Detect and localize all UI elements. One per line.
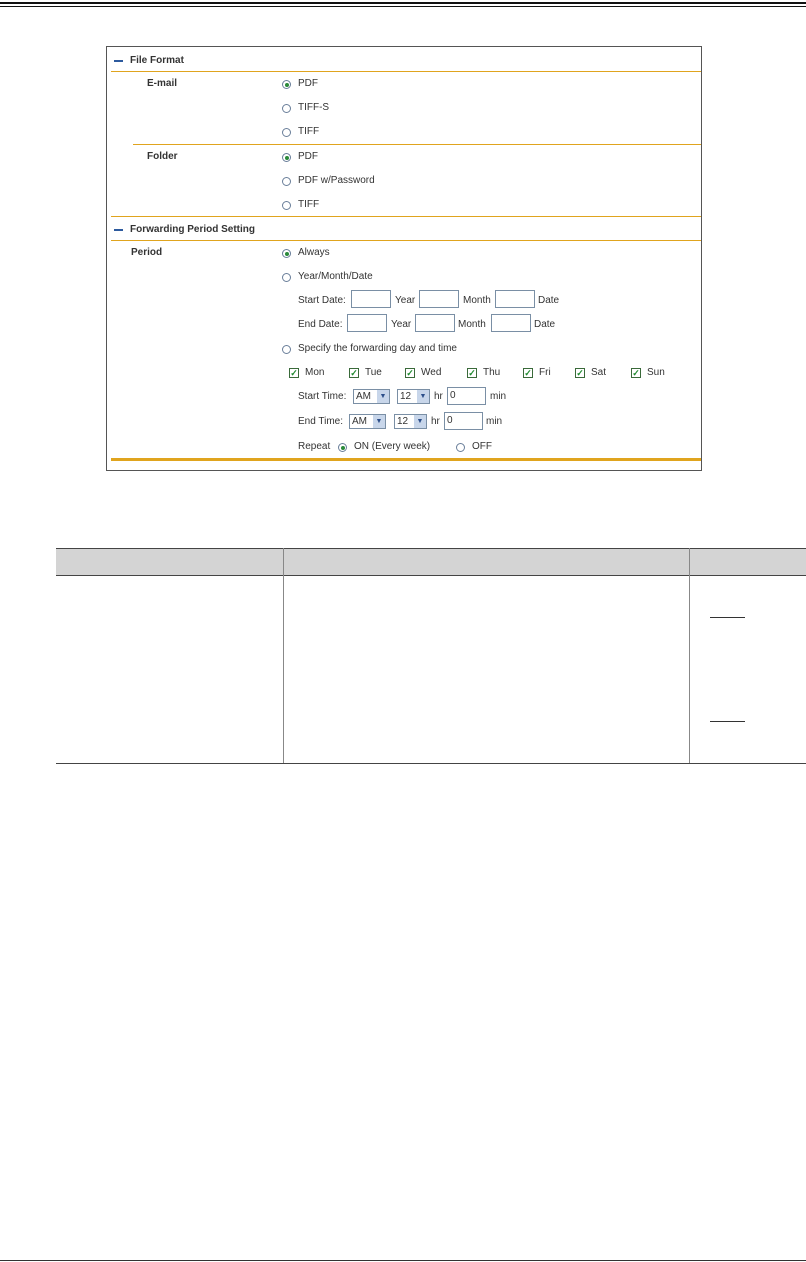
period-label: Period — [131, 247, 163, 258]
end-time-label: End Time: — [298, 416, 344, 427]
day-mon-checkbox[interactable]: ✓ — [289, 368, 299, 378]
end-date-input[interactable] — [491, 314, 531, 332]
day-sun-checkbox[interactable]: ✓ — [631, 368, 641, 378]
period-specify-radio[interactable] — [282, 345, 291, 354]
period-always-radio[interactable] — [282, 249, 291, 258]
bottom-rule — [0, 1260, 806, 1261]
email-pdf-label: PDF — [298, 78, 318, 89]
period-year-month-date-radio[interactable] — [282, 273, 291, 282]
top-rule — [0, 2, 806, 4]
chevron-down-icon: ▼ — [377, 390, 389, 403]
end-hr-label: hr — [431, 416, 440, 427]
section-divider — [111, 71, 701, 72]
folder-pdf-label: PDF — [298, 151, 318, 162]
start-month-label: Month — [463, 295, 491, 306]
section-title-forwarding: Forwarding Period Setting — [130, 224, 256, 235]
day-fri-label: Fri — [539, 367, 551, 378]
start-min-input[interactable]: 0 — [447, 387, 486, 405]
start-date-day-label: Date — [538, 295, 560, 306]
folder-tiff-radio[interactable] — [282, 201, 291, 210]
end-hour-select[interactable]: 12 ▼ — [394, 414, 427, 429]
email-format-label: E-mail — [147, 78, 178, 89]
email-tiff-s-radio[interactable] — [282, 104, 291, 113]
settings-screenshot: File Format E-mail PDF TIFF-S TIFF Folde… — [106, 46, 702, 471]
repeat-off-radio[interactable] — [456, 443, 465, 452]
end-date-day-label: Date — [534, 319, 556, 330]
end-month-input[interactable] — [415, 314, 455, 332]
folder-pdf-password-radio[interactable] — [282, 177, 291, 186]
table-bottom-rule — [56, 763, 806, 764]
collapse-icon-forwarding[interactable] — [114, 229, 123, 231]
period-always-label: Always — [298, 247, 330, 258]
table-header — [56, 548, 806, 575]
table-header-rule — [56, 575, 806, 576]
day-tue-checkbox[interactable]: ✓ — [349, 368, 359, 378]
start-ampm-select[interactable]: AM ▼ — [353, 389, 390, 404]
period-year-month-date-label: Year/Month/Date — [298, 271, 373, 282]
end-ampm-value: AM — [352, 416, 367, 427]
reference-underline — [710, 721, 745, 722]
folder-tiff-label: TIFF — [298, 199, 320, 210]
email-tiff-label: TIFF — [298, 126, 320, 137]
bottom-border — [111, 458, 701, 461]
day-fri-checkbox[interactable]: ✓ — [523, 368, 533, 378]
start-date-label: Start Date: — [298, 295, 346, 306]
day-wed-checkbox[interactable]: ✓ — [405, 368, 415, 378]
start-hr-label: hr — [434, 391, 443, 402]
day-thu-checkbox[interactable]: ✓ — [467, 368, 477, 378]
day-thu-label: Thu — [483, 367, 501, 378]
email-pdf-radio[interactable] — [282, 80, 291, 89]
email-tiff-s-label: TIFF-S — [298, 102, 330, 113]
end-min-label: min — [486, 416, 503, 427]
start-date-input[interactable] — [495, 290, 535, 308]
repeat-label: Repeat — [298, 441, 331, 452]
day-sun-label: Sun — [647, 367, 665, 378]
folder-pdf-radio[interactable] — [282, 153, 291, 162]
table-column-separator — [689, 548, 690, 763]
day-wed-label: Wed — [421, 367, 442, 378]
period-specify-label: Specify the forwarding day and time — [298, 343, 457, 354]
start-year-label: Year — [395, 295, 416, 306]
start-time-label: Start Time: — [298, 391, 347, 402]
day-sat-checkbox[interactable]: ✓ — [575, 368, 585, 378]
start-hour-value: 12 — [400, 391, 412, 402]
start-year-input[interactable] — [351, 290, 391, 308]
end-year-input[interactable] — [347, 314, 387, 332]
day-sat-label: Sat — [591, 367, 607, 378]
repeat-on-radio[interactable] — [338, 443, 347, 452]
start-month-input[interactable] — [419, 290, 459, 308]
repeat-off-label: OFF — [472, 441, 492, 452]
field-divider — [133, 144, 701, 145]
folder-pdf-password-label: PDF w/Password — [298, 175, 375, 186]
section-divider — [111, 240, 701, 241]
end-year-label: Year — [391, 319, 412, 330]
end-ampm-select[interactable]: AM ▼ — [349, 414, 386, 429]
repeat-on-label: ON (Every week) — [354, 441, 431, 452]
end-month-label: Month — [458, 319, 486, 330]
table-top-rule — [56, 548, 806, 549]
section-title-file-format: File Format — [130, 55, 184, 66]
day-tue-label: Tue — [365, 367, 382, 378]
end-min-input[interactable]: 0 — [444, 412, 483, 430]
top-rule-thin — [0, 6, 806, 7]
reference-underline — [710, 617, 745, 618]
start-ampm-value: AM — [356, 391, 371, 402]
table-column-separator — [283, 548, 284, 763]
folder-format-label: Folder — [147, 151, 178, 162]
collapse-icon-file-format[interactable] — [114, 60, 123, 62]
start-hour-select[interactable]: 12 ▼ — [397, 389, 430, 404]
chevron-down-icon: ▼ — [373, 415, 385, 428]
section-divider — [111, 216, 701, 217]
end-hour-value: 12 — [397, 416, 409, 427]
chevron-down-icon: ▼ — [414, 415, 426, 428]
email-tiff-radio[interactable] — [282, 128, 291, 137]
day-mon-label: Mon — [305, 367, 325, 378]
start-min-label: min — [490, 391, 507, 402]
end-date-label: End Date: — [298, 319, 343, 330]
chevron-down-icon: ▼ — [417, 390, 429, 403]
